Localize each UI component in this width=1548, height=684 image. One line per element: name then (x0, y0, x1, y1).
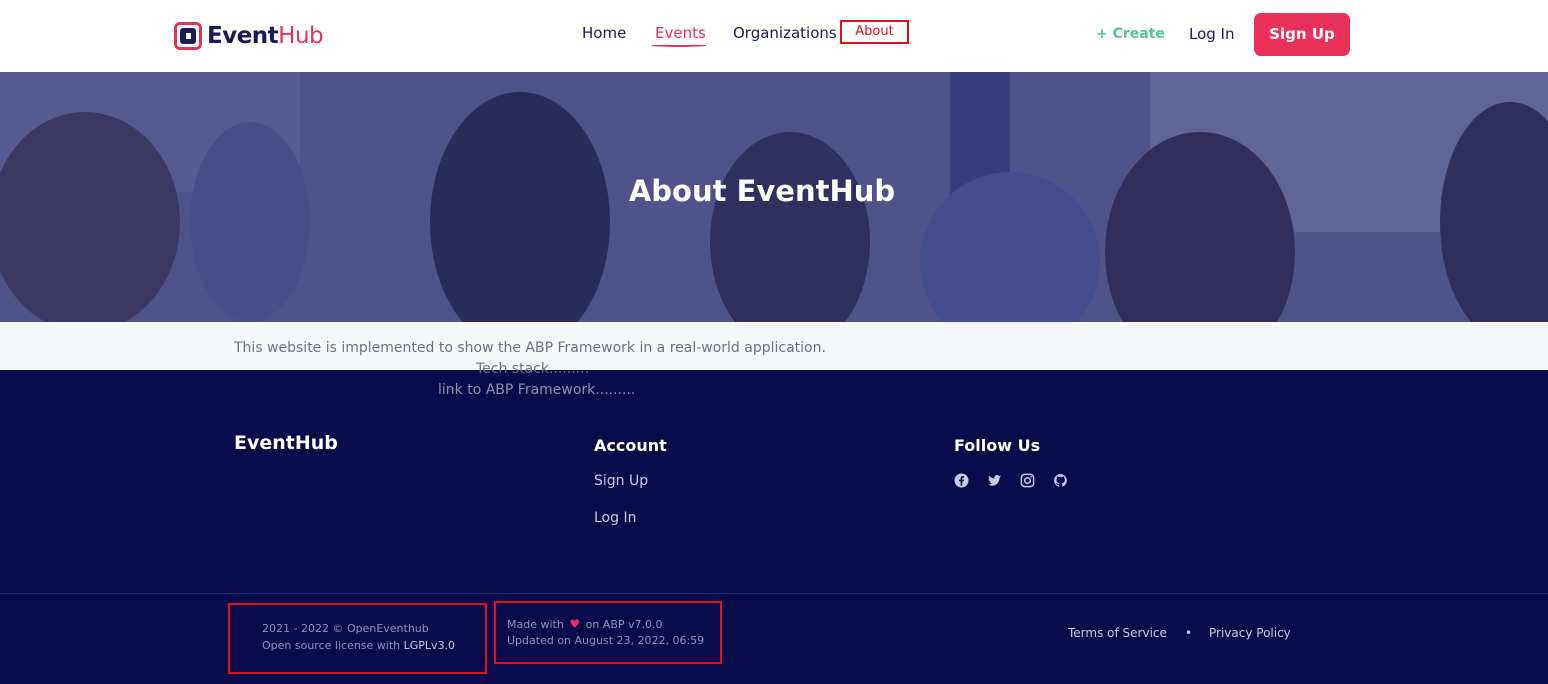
top-header: EventHub Home Events Organizations About… (0, 0, 1548, 72)
nav-home-link[interactable]: Home (582, 24, 626, 42)
about-content: This website is implemented to show the … (0, 322, 1548, 370)
copyright-text: 2021 - 2022 © OpenEventhub (262, 622, 429, 635)
nav-organizations-link[interactable]: Organizations (733, 24, 837, 42)
active-underline (651, 44, 706, 47)
about-description: This website is implemented to show the … (234, 340, 826, 356)
footer-signup-link[interactable]: Sign Up (594, 473, 648, 489)
license-text: Open source license with LGPLv3.0 (262, 639, 456, 652)
nav-about-link[interactable]: About (840, 20, 909, 44)
facebook-icon[interactable] (954, 473, 969, 488)
signup-button[interactable]: Sign Up (1254, 13, 1350, 56)
made-with-text: Made with ♥ on ABP v7.0.0 (507, 617, 663, 631)
nav-events-link[interactable]: Events (655, 24, 706, 42)
footer-account-heading: Account (594, 436, 667, 455)
twitter-icon[interactable] (987, 473, 1002, 488)
license-link[interactable]: LGPLv3.0 (404, 639, 455, 652)
footer-login-link[interactable]: Log In (594, 510, 636, 526)
footer-follow-heading: Follow Us (954, 436, 1041, 455)
heart-icon: ♥ (569, 617, 581, 631)
create-event-link[interactable]: + Create (1096, 26, 1165, 42)
github-icon[interactable] (1053, 473, 1068, 488)
tech-stack-text: Tech stack......... (476, 361, 590, 377)
abp-framework-link[interactable]: link to ABP Framework......... (438, 382, 635, 398)
updated-text: Updated on August 23, 2022, 06:59 (507, 634, 705, 647)
terms-of-service-link[interactable]: Terms of Service (1068, 626, 1167, 640)
instagram-icon[interactable] (1020, 473, 1035, 488)
login-link[interactable]: Log In (1189, 25, 1235, 43)
footer-brand: EventHub (234, 432, 338, 454)
footer-divider (0, 593, 1548, 594)
made-with-highlight-box (494, 601, 722, 664)
privacy-policy-link[interactable]: Privacy Policy (1209, 626, 1291, 640)
page-title: About EventHub (628, 174, 896, 208)
footer-separator: • (1185, 626, 1193, 640)
hero-banner: About EventHub (0, 72, 1548, 322)
